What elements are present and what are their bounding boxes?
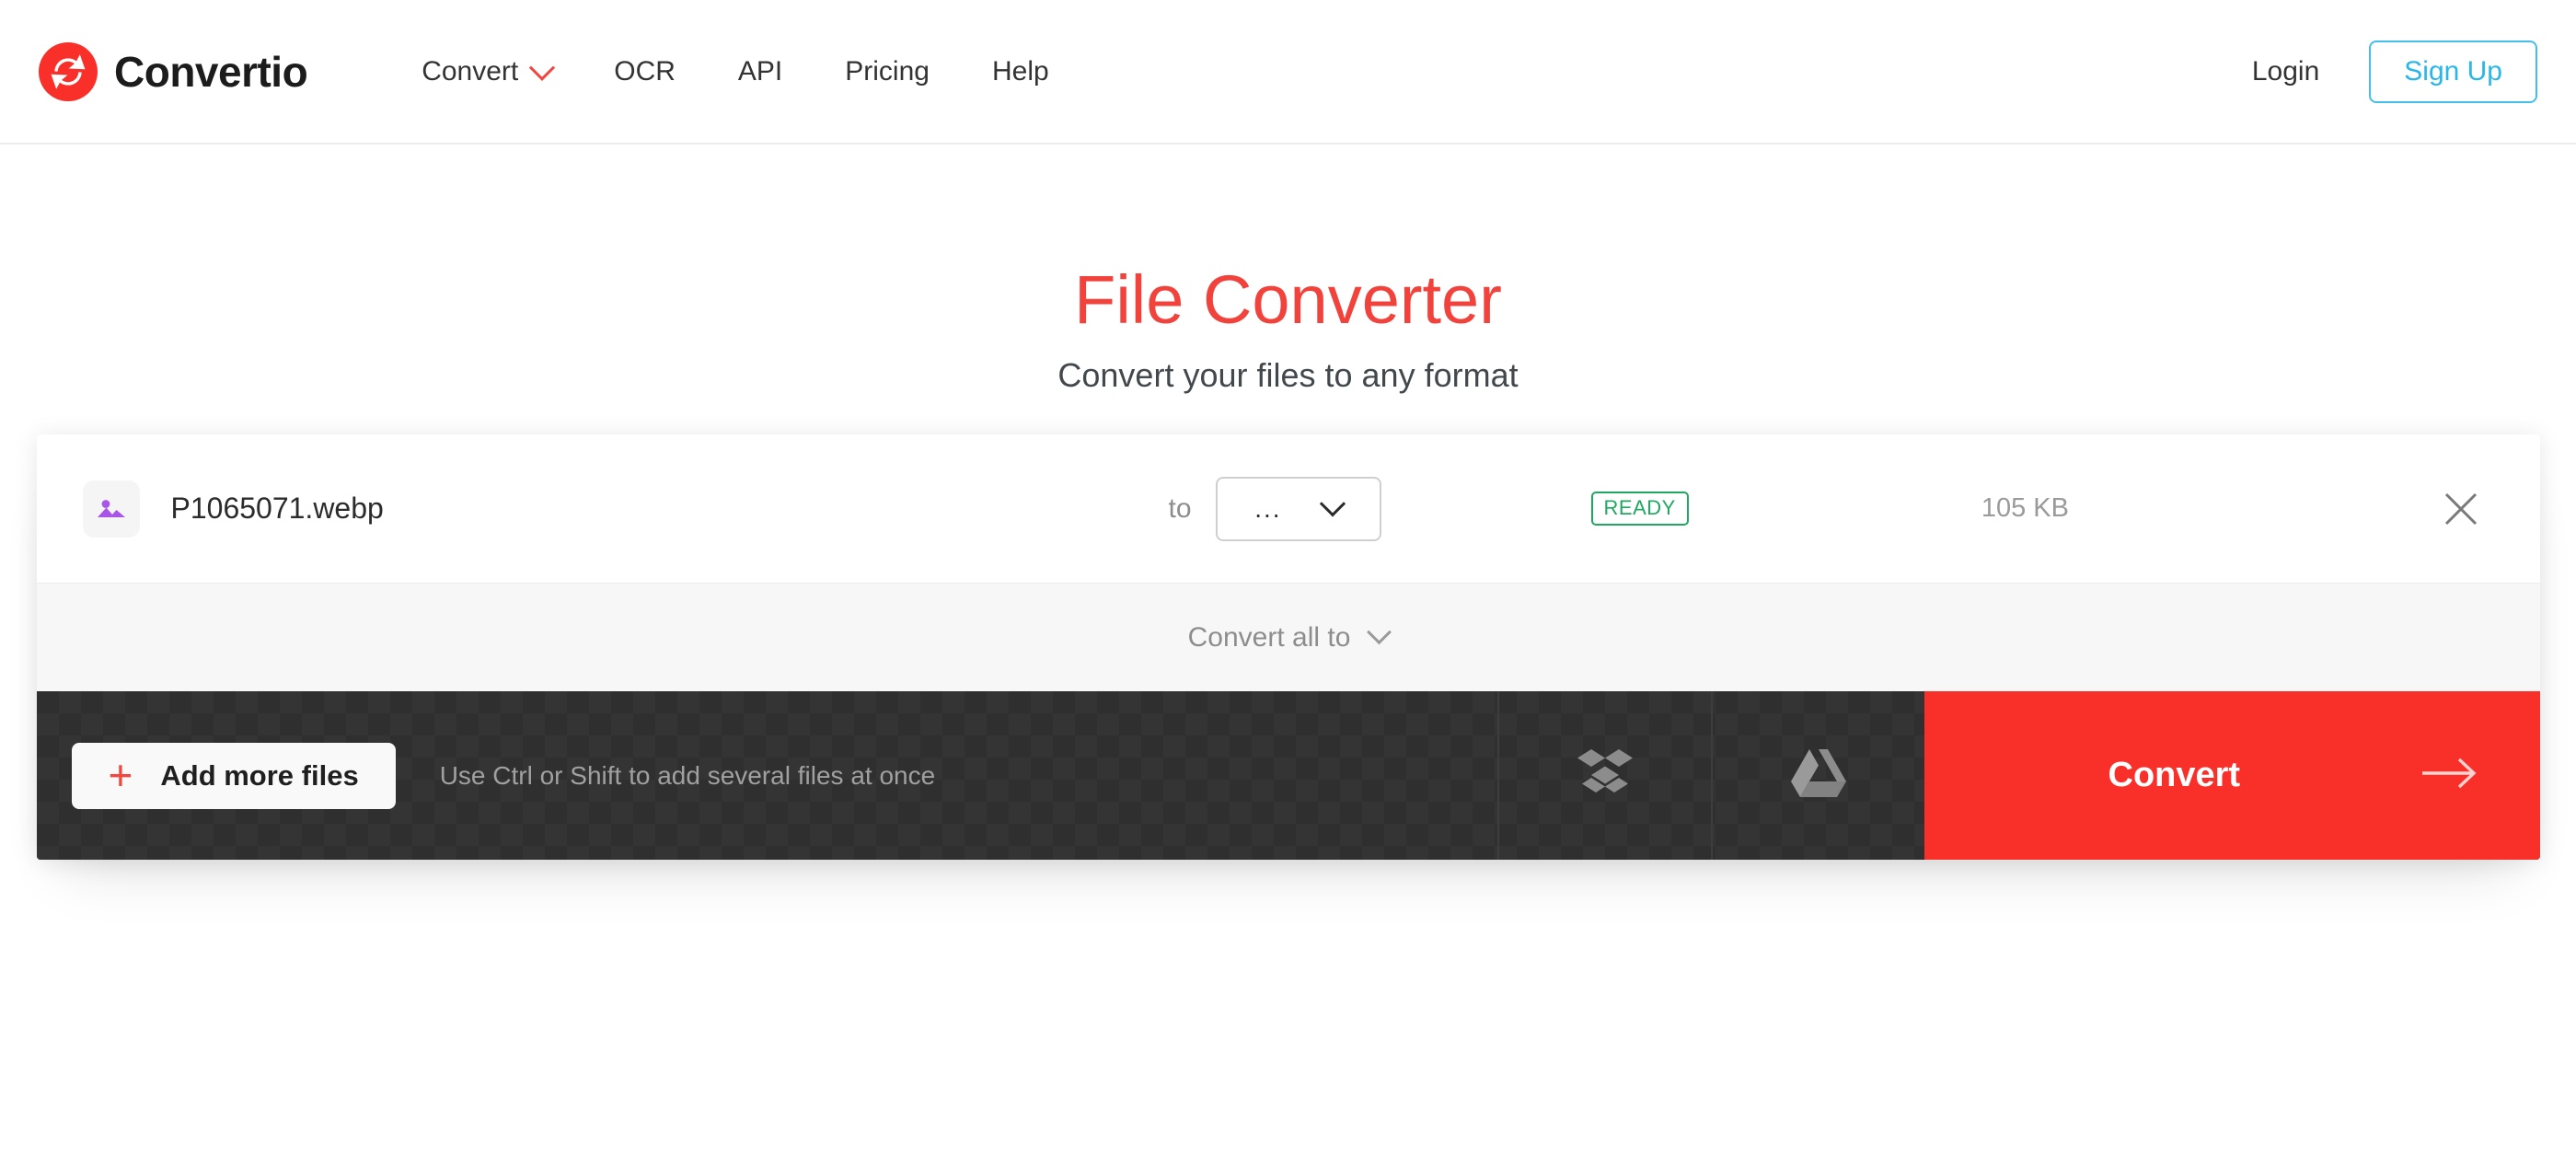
- action-bar: + Add more files Use Ctrl or Shift to ad…: [36, 691, 2540, 860]
- add-more-files-label: Add more files: [160, 758, 359, 792]
- convert-all-to-control[interactable]: Convert all to: [36, 583, 2540, 691]
- convert-button[interactable]: Convert: [1923, 691, 2540, 860]
- file-size: 105 KB: [1981, 493, 2069, 523]
- main-navigation: Convert OCR API Pricing Help: [390, 47, 1080, 97]
- brand-logo-link[interactable]: Convertio: [39, 41, 308, 101]
- nav-item-label: API: [737, 55, 783, 87]
- nav-item-api[interactable]: API: [707, 47, 814, 97]
- nav-item-help[interactable]: Help: [961, 47, 1080, 97]
- output-format-value: ...: [1254, 493, 1282, 523]
- nav-item-label: Pricing: [845, 55, 930, 87]
- chevron-down-icon: [1367, 619, 1392, 645]
- nav-item-ocr[interactable]: OCR: [583, 47, 707, 97]
- add-more-files-button[interactable]: + Add more files: [71, 742, 396, 809]
- dropbox-icon: [1577, 746, 1634, 804]
- plus-icon: +: [108, 751, 133, 800]
- converter-panel-wrapper: P1065071.webp to ... READY 105 KB Conver…: [36, 434, 2540, 860]
- chevron-down-icon: [529, 54, 556, 81]
- to-label: to: [1168, 492, 1192, 524]
- convert-all-to-label: Convert all to: [1187, 621, 1351, 653]
- site-header: Convertio Convert OCR API Pricing Help L…: [0, 0, 2576, 145]
- page-subtitle: Convert your files to any format: [1057, 356, 1519, 394]
- status-badge: READY: [1590, 492, 1689, 526]
- nav-item-label: Convert: [422, 55, 519, 87]
- multi-select-hint: Use Ctrl or Shift to add several files a…: [439, 760, 936, 790]
- file-info: P1065071.webp: [82, 480, 1169, 538]
- hero-section: File Converter Convert your files to any…: [0, 145, 2576, 395]
- nav-item-pricing[interactable]: Pricing: [814, 47, 961, 97]
- add-files-zone: + Add more files Use Ctrl or Shift to ad…: [37, 691, 1497, 860]
- arrow-right-icon: [2420, 755, 2478, 796]
- page-bottom-gradient: [0, 978, 2576, 1157]
- converter-panel: P1065071.webp to ... READY 105 KB Conver…: [36, 434, 2540, 860]
- convertio-refresh-icon: [39, 41, 98, 101]
- header-actions: Login Sign Up: [2237, 40, 2537, 103]
- google-drive-icon: [1790, 747, 1847, 804]
- google-drive-button[interactable]: [1710, 691, 1924, 860]
- nav-item-convert[interactable]: Convert: [390, 47, 583, 97]
- image-file-icon: [82, 480, 140, 538]
- signup-button[interactable]: Sign Up: [2369, 40, 2537, 103]
- close-icon[interactable]: [2441, 489, 2481, 529]
- output-format-select[interactable]: ...: [1215, 476, 1381, 541]
- nav-item-label: OCR: [614, 55, 676, 87]
- login-link[interactable]: Login: [2237, 49, 2334, 95]
- nav-item-label: Help: [991, 55, 1049, 87]
- page-title: File Converter: [1074, 261, 1502, 338]
- brand-name: Convertio: [114, 47, 308, 96]
- dropbox-button[interactable]: [1496, 691, 1711, 860]
- file-row: P1065071.webp to ... READY 105 KB: [36, 434, 2540, 583]
- chevron-down-icon: [1319, 490, 1346, 516]
- file-name: P1065071.webp: [170, 492, 384, 525]
- convert-button-label: Convert: [2108, 756, 2241, 794]
